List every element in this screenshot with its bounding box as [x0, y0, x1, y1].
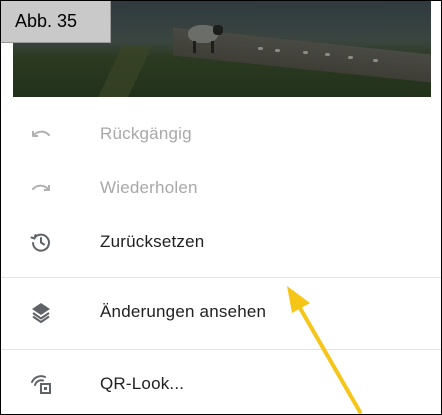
history-reset-icon: [27, 228, 55, 256]
photo-sheep-leg: [211, 41, 214, 53]
redo-icon: [27, 174, 55, 202]
menu-divider: [1, 349, 441, 350]
photo-sheep-head: [213, 25, 223, 35]
undo-icon: [27, 120, 55, 148]
photo-flock-sheep: [325, 53, 330, 56]
menu-item-reset[interactable]: Zurücksetzen: [1, 215, 441, 269]
edit-menu-sheet: Rückgängig Wiederholen Zurücksetzen Ände…: [1, 97, 441, 414]
menu-item-view-changes-label: Änderungen ansehen: [100, 302, 267, 321]
photo-flock-sheep: [373, 59, 378, 62]
menu-item-reset-label: Zurücksetzen: [100, 232, 205, 251]
menu-item-redo-label: Wiederholen: [100, 178, 198, 197]
photo-flock-sheep: [275, 49, 280, 52]
photo-flock-sheep: [348, 56, 353, 59]
menu-item-qr-look-label: QR-Look...: [100, 374, 185, 393]
qr-look-icon: [27, 370, 55, 398]
figure-caption-text: Abb. 35: [15, 11, 78, 31]
menu-item-undo-label: Rückgängig: [100, 124, 192, 143]
menu-item-qr-look[interactable]: QR-Look...: [1, 357, 441, 411]
screenshot-frame: Abb. 35 Rückgängig Wiederholen Zurückset…: [0, 0, 442, 415]
layers-icon: [27, 298, 55, 326]
photo-flock-sheep: [303, 51, 308, 54]
menu-divider: [1, 277, 441, 278]
menu-item-redo[interactable]: Wiederholen: [1, 161, 441, 215]
photo-flock-sheep: [258, 47, 263, 50]
photo-path: [94, 46, 152, 97]
figure-caption: Abb. 35: [1, 1, 111, 43]
photo-sheep-leg: [193, 41, 196, 53]
menu-item-view-changes[interactable]: Änderungen ansehen: [1, 285, 441, 339]
menu-item-undo[interactable]: Rückgängig: [1, 107, 441, 161]
